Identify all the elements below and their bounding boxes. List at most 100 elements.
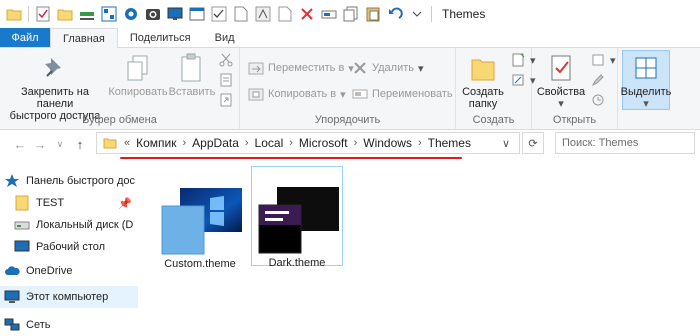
select-button-content[interactable]: Выделить ▾ bbox=[618, 52, 674, 110]
open-group-label: Открыть bbox=[552, 114, 597, 126]
settings-gear-icon[interactable] bbox=[123, 6, 139, 22]
chevron-down-icon: ▾ bbox=[340, 88, 346, 101]
chevron-right-icon[interactable]: › bbox=[286, 137, 296, 149]
checkbox-list-icon[interactable] bbox=[211, 6, 227, 22]
forward-arrow-icon[interactable]: → bbox=[30, 134, 50, 154]
pin-quick-access-button[interactable]: Закрепить на панели быстрого доступа bbox=[4, 52, 106, 122]
camera-icon[interactable] bbox=[145, 6, 161, 22]
recent-chevron-icon[interactable]: ∨ bbox=[50, 134, 70, 154]
share-icon[interactable] bbox=[255, 6, 271, 22]
chevron-right-icon[interactable]: › bbox=[242, 137, 252, 149]
tab-share[interactable]: Поделиться bbox=[118, 28, 203, 47]
chevron-right-icon[interactable]: › bbox=[351, 137, 361, 149]
file-name: Dark.theme bbox=[268, 257, 326, 269]
star-icon bbox=[4, 173, 20, 189]
edit-button[interactable] bbox=[590, 72, 610, 88]
search-placeholder: Поиск: Themes bbox=[562, 137, 639, 149]
copy-doc-icon[interactable] bbox=[343, 6, 359, 22]
properties-label: Свойства bbox=[536, 86, 586, 98]
new-folder-icon[interactable] bbox=[57, 6, 73, 22]
rename-icon[interactable] bbox=[321, 6, 337, 22]
folder-icon[interactable] bbox=[6, 6, 22, 22]
refresh-button[interactable]: ⟳ bbox=[522, 132, 544, 154]
nav-item-desktop[interactable]: Рабочий стол bbox=[0, 236, 138, 258]
tab-view[interactable]: Вид bbox=[203, 28, 247, 47]
overflow-chevron[interactable]: « bbox=[121, 137, 133, 149]
paste-button[interactable]: Вставить bbox=[168, 52, 216, 98]
cut-button[interactable] bbox=[218, 52, 238, 68]
pin-icon[interactable]: 📌 bbox=[118, 197, 132, 210]
breadcrumb-segment[interactable]: Themes bbox=[425, 136, 474, 150]
breadcrumb-segment[interactable]: Windows bbox=[360, 136, 415, 150]
document-icon[interactable] bbox=[233, 6, 249, 22]
paste-shortcut-icon bbox=[218, 92, 234, 108]
chevron-right-icon[interactable]: › bbox=[415, 137, 425, 149]
rename-button[interactable]: Переименовать bbox=[352, 86, 453, 102]
chevron-right-icon[interactable]: › bbox=[180, 137, 190, 149]
file-item-custom-theme[interactable]: Custom.theme bbox=[154, 188, 246, 270]
window-icon[interactable] bbox=[189, 6, 205, 22]
copy-to-button[interactable]: Копировать в ▾ bbox=[248, 86, 346, 102]
nav-item-this-pc[interactable]: Этот компьютер bbox=[0, 286, 138, 308]
properties-button[interactable]: Свойства ▾ bbox=[534, 52, 588, 110]
copy-button[interactable]: Копировать bbox=[108, 52, 168, 98]
delete-x-icon[interactable] bbox=[299, 6, 315, 22]
layout-icon[interactable] bbox=[101, 6, 117, 22]
navigation-pane: Панель быстрого дос TEST 📌 Локальный дис… bbox=[0, 160, 138, 336]
chevron-down-icon[interactable] bbox=[409, 6, 425, 22]
easy-access-icon bbox=[510, 72, 526, 88]
new-folder-label-line2: папку bbox=[468, 98, 498, 110]
refresh-icon: ⟳ bbox=[528, 137, 538, 150]
breadcrumb-segment[interactable]: Local bbox=[252, 136, 287, 150]
undo-icon[interactable] bbox=[387, 6, 403, 22]
breadcrumb-segment[interactable]: Компик bbox=[133, 136, 179, 150]
tab-home[interactable]: Главная bbox=[50, 28, 118, 48]
chevron-down-icon: ▾ bbox=[610, 54, 616, 67]
create-group-label: Создать bbox=[472, 114, 515, 126]
nav-item-quick-access[interactable]: Панель быстрого дос bbox=[0, 170, 138, 192]
address-bar[interactable]: « Компик › AppData › Local › Microsoft ›… bbox=[96, 132, 520, 154]
search-input[interactable]: Поиск: Themes bbox=[555, 132, 695, 154]
scissors-icon bbox=[218, 52, 234, 68]
nav-item-network[interactable]: Сеть bbox=[0, 314, 138, 336]
open-button[interactable]: ▾ bbox=[590, 52, 616, 68]
monitor-icon[interactable] bbox=[167, 6, 183, 22]
blank-page-icon[interactable] bbox=[277, 6, 293, 22]
toolbar-divider bbox=[28, 6, 29, 22]
select-grid-icon bbox=[630, 52, 662, 84]
computer-icon bbox=[4, 289, 20, 305]
nav-label: Этот компьютер bbox=[26, 291, 109, 303]
file-item-dark-theme[interactable]: Dark.theme bbox=[251, 166, 343, 269]
properties-check-icon[interactable] bbox=[35, 6, 51, 22]
paste-icon[interactable] bbox=[365, 6, 381, 22]
breadcrumb-segment[interactable]: AppData bbox=[189, 136, 242, 150]
dark-theme-thumbnail bbox=[258, 187, 339, 254]
ribbon-tabs: Файл Главная Поделиться Вид bbox=[0, 28, 700, 48]
address-dropdown-icon[interactable]: ∨ bbox=[499, 137, 513, 150]
minus-bar-icon[interactable] bbox=[79, 6, 95, 22]
up-arrow-icon[interactable]: ↑ bbox=[70, 134, 90, 154]
nav-item-onedrive[interactable]: OneDrive bbox=[0, 260, 138, 282]
delete-button[interactable]: Удалить ▾ bbox=[352, 60, 424, 76]
nav-label: Сеть bbox=[26, 319, 51, 331]
move-to-button[interactable]: Переместить в ▾ bbox=[248, 60, 354, 76]
paste-shortcut-button[interactable] bbox=[218, 92, 238, 108]
delete-label: Удалить bbox=[372, 62, 414, 74]
tab-file[interactable]: Файл bbox=[0, 28, 50, 47]
windows-wallpaper-thumbnail bbox=[161, 188, 242, 255]
quick-access-toolbar bbox=[0, 0, 438, 28]
pin-icon bbox=[39, 52, 71, 84]
desktop-icon bbox=[14, 239, 30, 255]
copy-path-button[interactable] bbox=[218, 72, 238, 88]
new-folder-button[interactable]: Создать папку bbox=[458, 52, 508, 110]
back-arrow-icon[interactable]: ← bbox=[10, 134, 30, 154]
breadcrumb-segment[interactable]: Microsoft bbox=[296, 136, 351, 150]
highlight-underline bbox=[120, 157, 462, 159]
chevron-down-icon: ▾ bbox=[418, 62, 424, 75]
rename-icon bbox=[352, 86, 368, 102]
nav-item-local-disk[interactable]: Локальный диск (D bbox=[0, 214, 138, 236]
properties-icon bbox=[545, 52, 577, 84]
open-icon bbox=[590, 52, 606, 68]
nav-item-test[interactable]: TEST 📌 bbox=[0, 192, 138, 214]
history-button[interactable] bbox=[590, 92, 610, 108]
